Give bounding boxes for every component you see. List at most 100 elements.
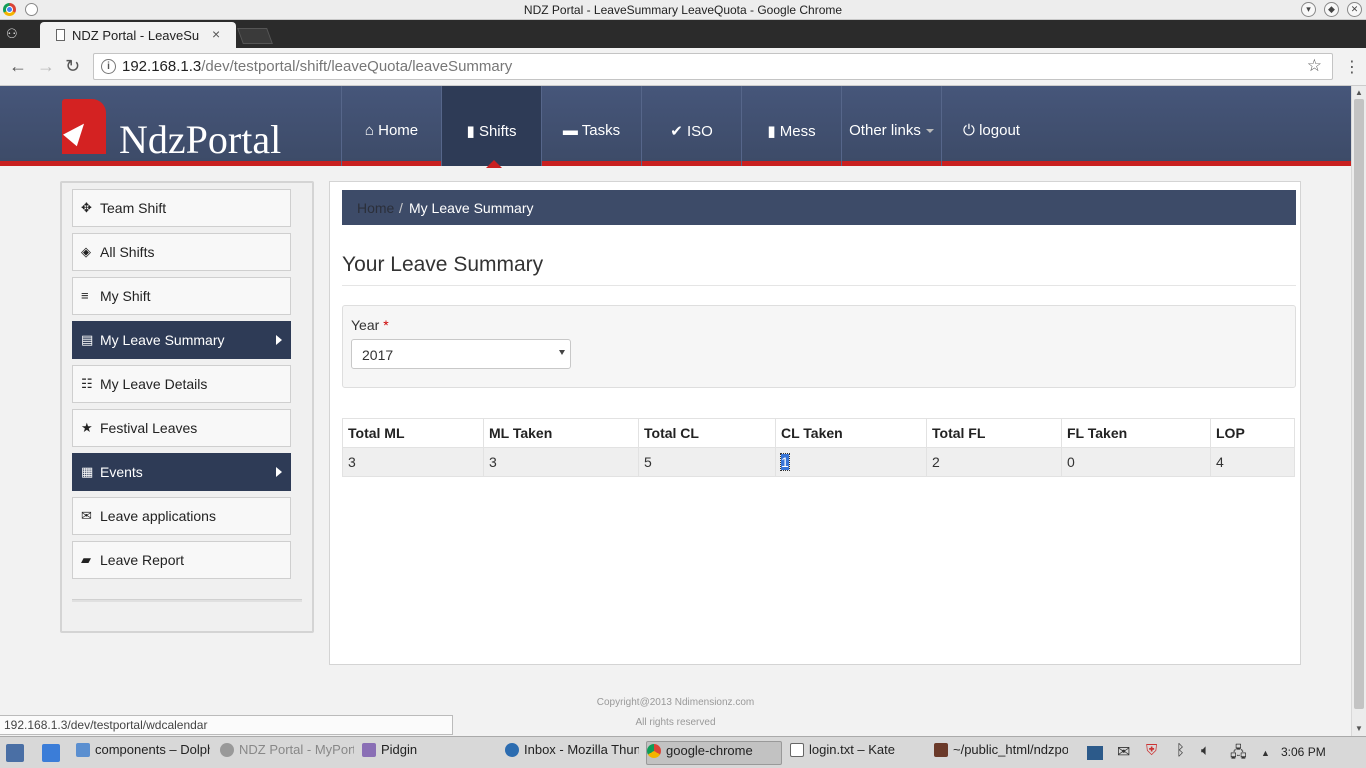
page-icon [56,29,65,41]
selected-text[interactable]: 1 [780,453,790,471]
eye-icon: ◈ [81,244,91,259]
nav-logout[interactable]: ⏻ logout [941,86,1041,166]
network-icon[interactable]: 🖧︎ [1230,742,1247,767]
task-thunderbird[interactable]: Inbox - Mozilla Thunderbird [505,741,639,765]
window-title: NDZ Portal - LeaveSummary LeaveQuota - G… [523,3,843,17]
col-total-ml: Total ML [342,418,484,448]
sidebar-item-team-shift[interactable]: ✥ Team Shift [72,189,291,227]
scroll-thumb[interactable] [1354,99,1364,709]
task-ndz-portal[interactable]: NDZ Portal - MyPortal [220,741,354,765]
col-fl-taken: FL Taken [1061,418,1211,448]
footer-copyright: Copyright@2013 Ndimensionz.com [596,697,755,708]
shield-icon[interactable]: ⛨ [1146,742,1157,759]
cell-cl-taken: 1 [775,447,927,477]
table-header-row: Total ML ML Taken Total CL CL Taken Tota… [342,418,1295,448]
breadcrumb: Home / My Leave Summary [342,190,1296,225]
sidebar-item-my-leave-summary[interactable]: ▤ My Leave Summary [72,321,291,359]
main-panel: Home / My Leave Summary Your Leave Summa… [329,181,1301,665]
app-launcher-icon[interactable] [6,744,24,762]
tray-expand-icon[interactable]: ▲ [1261,748,1270,758]
required-mark: * [383,317,389,333]
site-header: NdzPortal ⌂ Home ▮ Shifts ▬ Tasks ✔ ISO … [0,86,1351,168]
list-icon: ▤ [81,332,94,347]
sidebar-item-leave-report[interactable]: ▰ Leave Report [72,541,291,579]
chevron-right-icon [276,335,282,345]
new-tab-button[interactable] [237,28,273,44]
window-titlebar: NDZ Portal - LeaveSummary LeaveQuota - G… [0,0,1366,20]
task-kate[interactable]: login.txt – Kate [790,741,924,765]
taskbar: components – Dolphin NDZ Portal - MyPort… [0,736,1366,768]
cell-fl-taken: 0 [1061,447,1211,477]
briefcase-icon: ▬ [562,122,578,139]
maximize-button[interactable]: ◆ [1324,2,1339,17]
col-ml-taken: ML Taken [483,418,639,448]
show-desktop-icon[interactable] [42,744,60,762]
sidebar-item-all-shifts[interactable]: ◈ All Shifts [72,233,291,271]
browser-tab[interactable]: NDZ Portal - LeaveSummary LeaveQuota × [40,22,236,48]
scroll-down-icon[interactable]: ▼ [1355,724,1363,733]
site-info-icon[interactable]: i [101,59,116,74]
check-icon: ✔ [670,123,683,140]
task-dolphin[interactable]: components – Dolphin [76,741,210,765]
year-select-value: 2017 [362,347,394,363]
cell-ml-taken: 3 [483,447,639,477]
sidebar-item-my-shift[interactable]: ≡ My Shift [72,277,291,315]
sidebar-item-leave-applications[interactable]: ✉ Leave applications [72,497,291,535]
volume-icon[interactable]: 🔈︎ [1201,742,1210,759]
shifts-icon: ▮ [466,123,475,140]
display-icon[interactable] [1087,746,1103,760]
breadcrumb-home-link[interactable]: Home [357,200,394,216]
cell-total-fl: 2 [926,447,1062,477]
reload-icon[interactable]: ↻ [65,56,80,77]
breadcrumb-current: My Leave Summary [409,200,534,216]
close-window-button[interactable]: ✕ [1347,2,1362,17]
sidebar-item-events[interactable]: ▦ Events [72,453,291,491]
page-scrollbar[interactable]: ▲ ▼ [1351,86,1366,736]
bluetooth-icon[interactable]: ᛒ [1176,742,1185,759]
th-list-icon: ☷ [81,376,93,391]
year-select[interactable]: 2017 [351,339,571,369]
year-label: Year * [351,317,389,333]
caret-down-icon [925,129,934,134]
task-google-chrome[interactable]: google-chrome [646,741,782,765]
sidebar-item-my-leave-details[interactable]: ☷ My Leave Details [72,365,291,403]
task-pidgin[interactable]: Pidgin [362,741,496,765]
sidebar-item-festival-leaves[interactable]: ★ Festival Leaves [72,409,291,447]
dropdown-arrow-icon [559,350,565,355]
year-filter-panel: Year * 2017 [342,305,1296,388]
browser-menu-icon[interactable]: ⋮ [1344,57,1360,77]
browser-toolbar: ← → ↻ i 192.168.1.3/dev/testportal/shift… [0,48,1366,86]
book-icon: ▮ [767,123,776,140]
table-row: 3 3 5 1 2 0 4 [342,447,1295,477]
taskbar-clock[interactable]: 3:06 PM [1281,745,1326,759]
folder-open-icon: ▰ [81,552,91,567]
nav-iso[interactable]: ✔ ISO [641,86,741,166]
envelope-icon: ✉ [81,508,92,523]
url-text[interactable]: 192.168.1.3/dev/testportal/shift/leaveQu… [122,58,512,75]
address-bar[interactable]: i 192.168.1.3/dev/testportal/shift/leave… [93,53,1333,80]
nav-mess[interactable]: ▮ Mess [741,86,841,166]
back-icon[interactable]: ← [9,56,27,77]
close-tab-icon[interactable]: × [212,26,220,42]
bookmark-star-icon[interactable]: ☆ [1307,56,1322,76]
page-title: Your Leave Summary [342,253,544,276]
nav-shifts[interactable]: ▮ Shifts [441,86,541,168]
align-icon: ≡ [81,288,89,303]
cell-lop: 4 [1210,447,1295,477]
logo-mark-icon[interactable] [62,99,106,154]
mail-icon[interactable]: ✉ [1117,742,1130,762]
sidebar-divider [72,599,302,602]
nav-other-links[interactable]: Other links [841,86,941,166]
incognito-icon: ⚇ [6,26,18,41]
cell-total-ml: 3 [342,447,484,477]
forward-icon[interactable]: → [37,56,55,77]
status-url-bubble: 192.168.1.3/dev/testportal/wdcalendar [0,715,453,735]
leave-summary-table: Total ML ML Taken Total CL CL Taken Tota… [342,418,1295,477]
site-logo-text[interactable]: NdzPortal [119,116,281,163]
minimize-button[interactable]: ▾ [1301,2,1316,17]
home-icon: ⌂ [364,122,374,139]
task-terminal[interactable]: ~/public_html/ndzportal [934,741,1068,765]
nav-tasks[interactable]: ▬ Tasks [541,86,641,166]
scroll-up-icon[interactable]: ▲ [1355,88,1363,97]
nav-home[interactable]: ⌂ Home [341,86,441,166]
